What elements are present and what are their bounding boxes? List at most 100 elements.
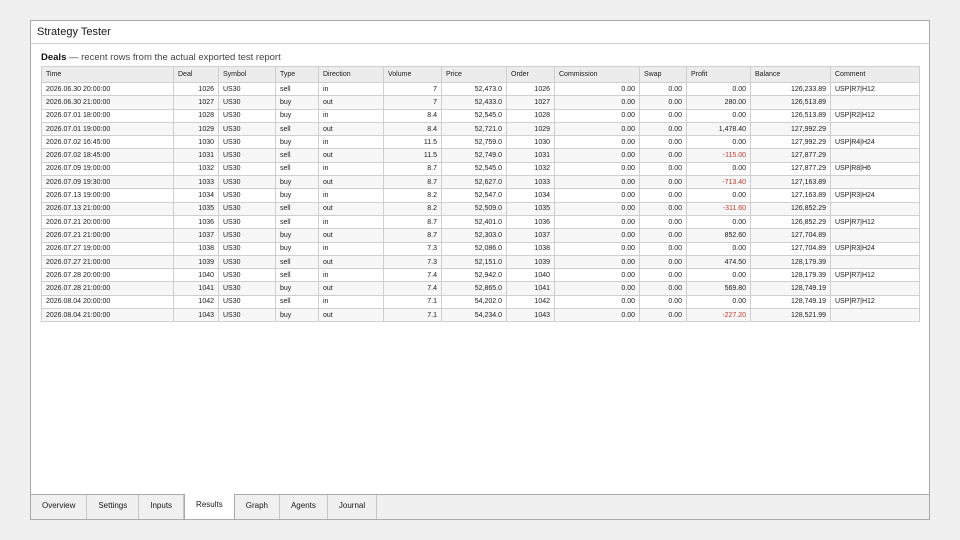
table-row[interactable]: 2026.07.27 21:00:00 1039 US30 sell out 7.3 52,… — [41, 254, 920, 270]
table-row[interactable]: 2026.07.21 21:00:00 1037 US30 buy out 8.7 52,3… — [41, 228, 920, 243]
column-header-deal[interactable]: Deal — [173, 66, 219, 83]
cell-volume: 8.7 — [383, 228, 442, 243]
cell-swap: 0.00 — [639, 294, 687, 310]
table-row[interactable]: 2026.07.21 20:00:00 1036 US30 sell in 8.7 52,4… — [41, 214, 920, 230]
cell-profit: 0.00 — [686, 294, 751, 310]
cell-price: 52,942.0 — [441, 268, 507, 283]
cell-comment: USP|R7|H12 — [830, 214, 920, 230]
cell-symbol: US30 — [218, 268, 276, 283]
cell-balance: 128,521.99 — [750, 308, 831, 323]
cell-direction: out — [318, 95, 384, 110]
cell-price: 52,433.0 — [441, 95, 507, 110]
cell-profit: 0.00 — [686, 241, 751, 256]
cell-order: 1040 — [506, 268, 555, 283]
cell-comment: USP|R2|H12 — [830, 108, 920, 123]
table-row[interactable]: 2026.07.01 18:00:00 1028 US30 buy in 8.4 52,54… — [41, 108, 920, 123]
table-row[interactable]: 2026.07.28 21:00:00 1041 US30 buy out 7.4 52,8… — [41, 281, 920, 296]
column-header-time[interactable]: Time — [41, 66, 174, 83]
cell-volume: 8.7 — [383, 214, 442, 230]
column-header-profit[interactable]: Profit — [686, 66, 751, 83]
cell-type: sell — [275, 121, 319, 137]
cell-swap: 0.00 — [639, 201, 687, 216]
cell-swap: 0.00 — [639, 148, 687, 163]
tab-overview[interactable]: Overview — [31, 495, 88, 519]
cell-time: 2026.07.21 20:00:00 — [41, 214, 174, 230]
tab-graph[interactable]: Graph — [235, 495, 280, 519]
column-header-symbol[interactable]: Symbol — [218, 66, 276, 83]
cell-deal: 1032 — [173, 161, 219, 177]
cell-commission: 0.00 — [554, 175, 640, 190]
table-row[interactable]: 2026.07.09 19:30:00 1033 US30 buy out 8.7 52,6… — [41, 175, 920, 190]
table-row[interactable]: 2026.07.13 19:00:00 1034 US30 buy in 8.2 52,54… — [41, 188, 920, 203]
cell-balance: 128,749.19 — [750, 281, 831, 296]
cell-commission: 0.00 — [554, 228, 640, 243]
table-row[interactable]: 2026.07.02 16:45:00 1030 US30 buy in 11.5 52,7… — [41, 135, 920, 150]
column-header-volume[interactable]: Volume — [383, 66, 442, 83]
tab-bar: Overview Settings Inputs Results Graph Agents… — [31, 494, 929, 519]
column-header-direction[interactable]: Direction — [318, 66, 384, 83]
cell-time: 2026.06.30 21:00:00 — [41, 95, 174, 110]
cell-comment — [830, 175, 920, 190]
cell-symbol: US30 — [218, 201, 276, 216]
table-row[interactable]: 2026.06.30 21:00:00 1027 US30 buy out 7 52,433… — [41, 95, 920, 110]
cell-profit: -311.60 — [686, 201, 751, 216]
cell-symbol: US30 — [218, 121, 276, 137]
cell-type: sell — [275, 268, 319, 283]
cell-time: 2026.07.27 19:00:00 — [41, 241, 174, 256]
tab-results[interactable]: Results — [184, 494, 235, 519]
cell-type: sell — [275, 214, 319, 230]
table-row[interactable]: 2026.07.13 21:00:00 1035 US30 sell out 8.2 52,… — [41, 201, 920, 216]
cell-comment: USP|R3|H24 — [830, 241, 920, 256]
table-row[interactable]: 2026.08.04 20:00:00 1042 US30 sell in 7.1 54,2… — [41, 294, 920, 310]
column-header-commission[interactable]: Commission — [554, 66, 640, 83]
cell-price: 52,473.0 — [441, 81, 507, 97]
tab-settings[interactable]: Settings — [87, 495, 140, 519]
cell-deal: 1033 — [173, 175, 219, 190]
cell-price: 52,509.0 — [441, 201, 507, 216]
table-row[interactable]: 2026.07.09 19:00:00 1032 US30 sell in 8.7 52,5… — [41, 161, 920, 177]
cell-profit: -115.00 — [686, 148, 751, 163]
tab-journal[interactable]: Journal — [328, 495, 378, 519]
cell-profit: -227.20 — [686, 308, 751, 323]
table-row[interactable]: 2026.06.30 20:00:00 1026 US30 sell in 7 52,473… — [41, 81, 920, 97]
cell-commission: 0.00 — [554, 241, 640, 256]
cell-swap: 0.00 — [639, 254, 687, 270]
cell-commission: 0.00 — [554, 188, 640, 203]
tab-agents[interactable]: Agents — [280, 495, 328, 519]
cell-type: sell — [275, 294, 319, 310]
table-row[interactable]: 2026.08.04 21:00:00 1043 US30 buy out 7.1 54,2… — [41, 308, 920, 323]
column-header-type[interactable]: Type — [275, 66, 319, 83]
cell-order: 1037 — [506, 228, 555, 243]
cell-deal: 1043 — [173, 308, 219, 323]
cell-volume: 11.5 — [383, 148, 442, 163]
column-header-swap[interactable]: Swap — [639, 66, 687, 83]
cell-profit: 0.00 — [686, 81, 751, 97]
column-header-order[interactable]: Order — [506, 66, 555, 83]
table-row[interactable]: 2026.07.28 20:00:00 1040 US30 sell in 7.4 52,9… — [41, 268, 920, 283]
cell-swap: 0.00 — [639, 281, 687, 296]
cell-balance: 126,233.89 — [750, 81, 831, 97]
cell-profit: 569.80 — [686, 281, 751, 296]
column-header-comment[interactable]: Comment — [830, 66, 920, 83]
cell-time: 2026.07.01 19:00:00 — [41, 121, 174, 137]
table-header-row: Time Deal Symbol Type Direction Volume Price Or… — [41, 66, 920, 83]
cell-deal: 1040 — [173, 268, 219, 283]
table-row[interactable]: 2026.07.02 18:45:00 1031 US30 sell out 11.5 52… — [41, 148, 920, 163]
cell-order: 1035 — [506, 201, 555, 216]
cell-type: buy — [275, 308, 319, 323]
column-header-balance[interactable]: Balance — [750, 66, 831, 83]
table-row[interactable]: 2026.07.01 19:00:00 1029 US30 sell out 8.4 52,… — [41, 121, 920, 137]
cell-price: 52,759.0 — [441, 135, 507, 150]
cell-direction: in — [318, 214, 384, 230]
cell-deal: 1039 — [173, 254, 219, 270]
cell-deal: 1027 — [173, 95, 219, 110]
tab-inputs[interactable]: Inputs — [139, 495, 185, 519]
table-row[interactable]: 2026.07.27 19:00:00 1038 US30 buy in 7.3 52,08… — [41, 241, 920, 256]
column-header-price[interactable]: Price — [441, 66, 507, 83]
cell-price: 52,151.0 — [441, 254, 507, 270]
cell-order: 1042 — [506, 294, 555, 310]
cell-comment — [830, 281, 920, 296]
cell-swap: 0.00 — [639, 108, 687, 123]
cell-direction: out — [318, 308, 384, 323]
cell-swap: 0.00 — [639, 228, 687, 243]
